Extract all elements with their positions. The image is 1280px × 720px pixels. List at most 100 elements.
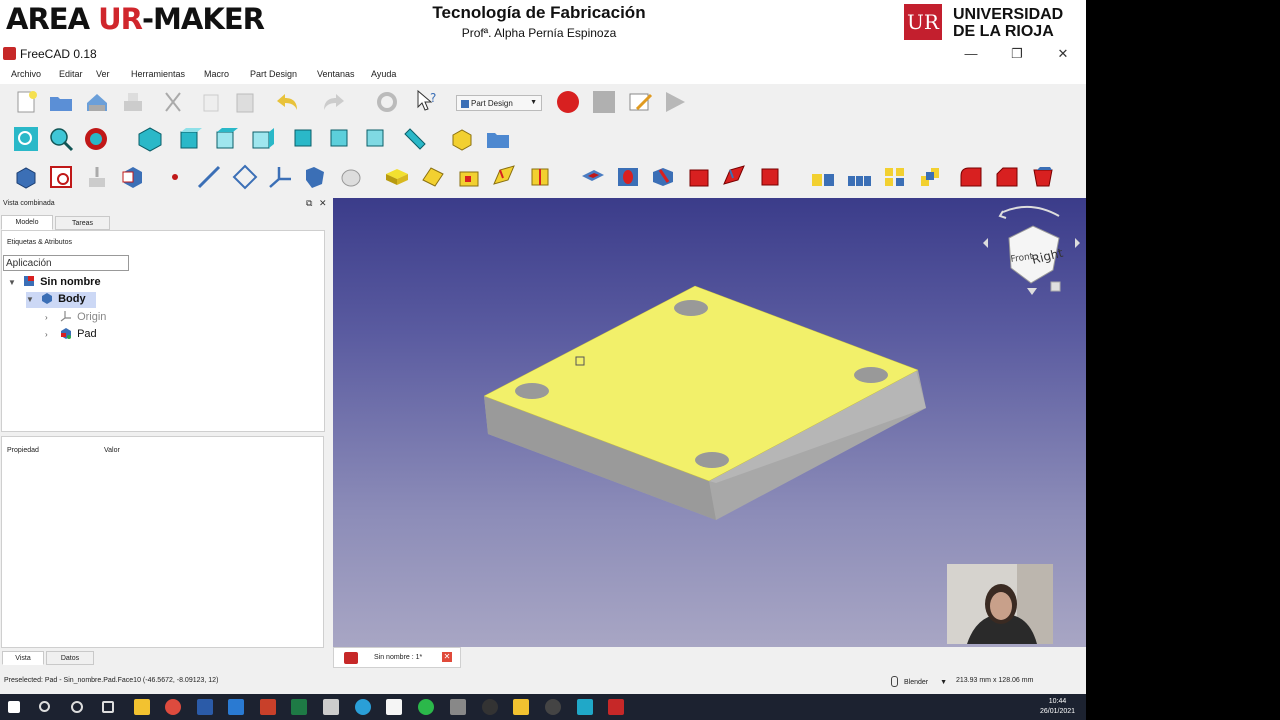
- cut-icon[interactable]: [160, 89, 186, 115]
- minimize-button[interactable]: —: [948, 44, 994, 64]
- powerpoint-icon[interactable]: [260, 699, 276, 715]
- mirrored-icon[interactable]: [810, 164, 836, 190]
- save-icon[interactable]: [84, 89, 110, 115]
- subtractive-primitive-icon[interactable]: [757, 164, 783, 190]
- polar-pattern-icon[interactable]: [882, 164, 908, 190]
- task-view-icon[interactable]: [102, 701, 114, 713]
- paste-icon[interactable]: [232, 89, 258, 115]
- stop-macro-icon[interactable]: [591, 89, 617, 115]
- menu-herramientas[interactable]: Herramientas: [131, 69, 185, 79]
- new-document-icon[interactable]: [13, 89, 39, 115]
- measure-icon[interactable]: [402, 126, 428, 152]
- subtractive-loft-icon[interactable]: [686, 164, 712, 190]
- additive-loft-icon[interactable]: [456, 164, 482, 190]
- pad-icon[interactable]: [384, 164, 410, 190]
- record-macro-icon[interactable]: [555, 89, 581, 115]
- rear-view-icon[interactable]: [290, 126, 316, 152]
- groove-icon[interactable]: [650, 164, 676, 190]
- tab-vista[interactable]: Vista: [2, 651, 44, 665]
- whats-this-icon[interactable]: ?: [414, 88, 440, 114]
- run-macro-icon[interactable]: [662, 89, 688, 115]
- workbench-selector[interactable]: Part Design ▼: [456, 95, 542, 111]
- save-as-icon[interactable]: [120, 89, 146, 115]
- menu-ayuda[interactable]: Ayuda: [371, 69, 396, 79]
- draft-icon[interactable]: [1030, 164, 1056, 190]
- fillet-icon[interactable]: [958, 164, 984, 190]
- tree-item-origin[interactable]: › Origin: [45, 310, 106, 326]
- windows-start-icon[interactable]: [8, 701, 20, 713]
- chevron-right-icon[interactable]: ›: [45, 313, 57, 322]
- pen-icon[interactable]: [513, 699, 529, 715]
- clone-icon[interactable]: [338, 164, 364, 190]
- chevron-down-icon[interactable]: ▼: [26, 295, 38, 304]
- linear-pattern-icon[interactable]: [846, 164, 872, 190]
- menu-ver[interactable]: Ver: [96, 69, 110, 79]
- draw-style-icon[interactable]: [83, 126, 109, 152]
- file-explorer-icon[interactable]: [134, 699, 150, 715]
- refresh-icon[interactable]: [374, 89, 400, 115]
- datum-plane-icon[interactable]: [232, 164, 258, 190]
- whatsapp-icon[interactable]: [418, 699, 434, 715]
- edit-macro-icon[interactable]: [627, 89, 653, 115]
- bottom-view-icon[interactable]: [326, 126, 352, 152]
- copy-icon[interactable]: [198, 89, 224, 115]
- front-view-icon[interactable]: [178, 126, 204, 152]
- word-icon[interactable]: [197, 699, 213, 715]
- close-button[interactable]: ✕: [1040, 44, 1086, 64]
- maximize-button[interactable]: ❐: [994, 44, 1040, 64]
- menu-editar[interactable]: Editar: [59, 69, 83, 79]
- create-sketch-icon[interactable]: [48, 164, 74, 190]
- tree-item-document[interactable]: ▼ Sin nombre: [8, 275, 101, 291]
- redo-icon[interactable]: [322, 89, 348, 115]
- tree-item-pad[interactable]: › Pad: [45, 327, 97, 343]
- tree-item-body[interactable]: ▼ Body: [26, 292, 96, 308]
- tab-datos[interactable]: Datos: [46, 651, 94, 665]
- fit-all-icon[interactable]: [13, 126, 39, 152]
- top-view-icon[interactable]: [214, 126, 240, 152]
- tab-tareas[interactable]: Tareas: [55, 216, 110, 230]
- validate-sketch-icon[interactable]: [84, 164, 110, 190]
- pocket-icon[interactable]: [580, 164, 606, 190]
- system-clock[interactable]: 10:44 26/01/2021: [1040, 697, 1075, 717]
- menu-archivo[interactable]: Archivo: [11, 69, 41, 79]
- notepad-icon[interactable]: [386, 699, 402, 715]
- calculator-icon[interactable]: [228, 699, 244, 715]
- datum-line-icon[interactable]: [196, 164, 222, 190]
- create-part-icon[interactable]: [449, 126, 475, 152]
- close-tab-icon[interactable]: ✕: [442, 652, 452, 662]
- close-panel-icon[interactable]: ✕: [319, 198, 327, 208]
- multitransform-icon[interactable]: [918, 164, 944, 190]
- menu-macro[interactable]: Macro: [204, 69, 229, 79]
- create-group-icon[interactable]: [485, 126, 511, 152]
- float-panel-icon[interactable]: ⧉: [306, 198, 312, 208]
- additive-primitive-icon[interactable]: [527, 164, 553, 190]
- isometric-view-icon[interactable]: [137, 126, 163, 152]
- document-tab[interactable]: Sin nombre : 1* ✕: [333, 647, 461, 668]
- menu-part-design[interactable]: Part Design: [250, 69, 297, 79]
- open-folder-icon[interactable]: [48, 89, 74, 115]
- chrome-icon[interactable]: [165, 699, 181, 715]
- hole-icon[interactable]: [615, 164, 641, 190]
- revolution-icon[interactable]: [420, 164, 446, 190]
- left-view-icon[interactable]: [362, 126, 388, 152]
- freecad-taskbar-icon[interactable]: [608, 699, 624, 715]
- chevron-right-icon[interactable]: ›: [45, 330, 57, 339]
- datum-point-icon[interactable]: [162, 164, 188, 190]
- fit-selection-icon[interactable]: [48, 126, 74, 152]
- telegram-icon[interactable]: [355, 699, 371, 715]
- right-view-icon[interactable]: [250, 126, 276, 152]
- undo-icon[interactable]: [273, 89, 299, 115]
- navigation-cube[interactable]: Front Right: [983, 205, 1080, 295]
- tab-modelo[interactable]: Modelo: [1, 215, 53, 230]
- additive-pipe-icon[interactable]: [491, 164, 517, 190]
- subtractive-pipe-icon[interactable]: [721, 164, 747, 190]
- shape-binder-icon[interactable]: [302, 164, 328, 190]
- map-sketch-icon[interactable]: [120, 164, 146, 190]
- local-coordinate-system-icon[interactable]: [267, 164, 293, 190]
- inkscape-icon[interactable]: [323, 699, 339, 715]
- cortana-icon[interactable]: [71, 701, 83, 713]
- media-icon[interactable]: [482, 699, 498, 715]
- camtasia-icon[interactable]: [577, 699, 593, 715]
- obs-icon[interactable]: [545, 699, 561, 715]
- create-body-icon[interactable]: [13, 164, 39, 190]
